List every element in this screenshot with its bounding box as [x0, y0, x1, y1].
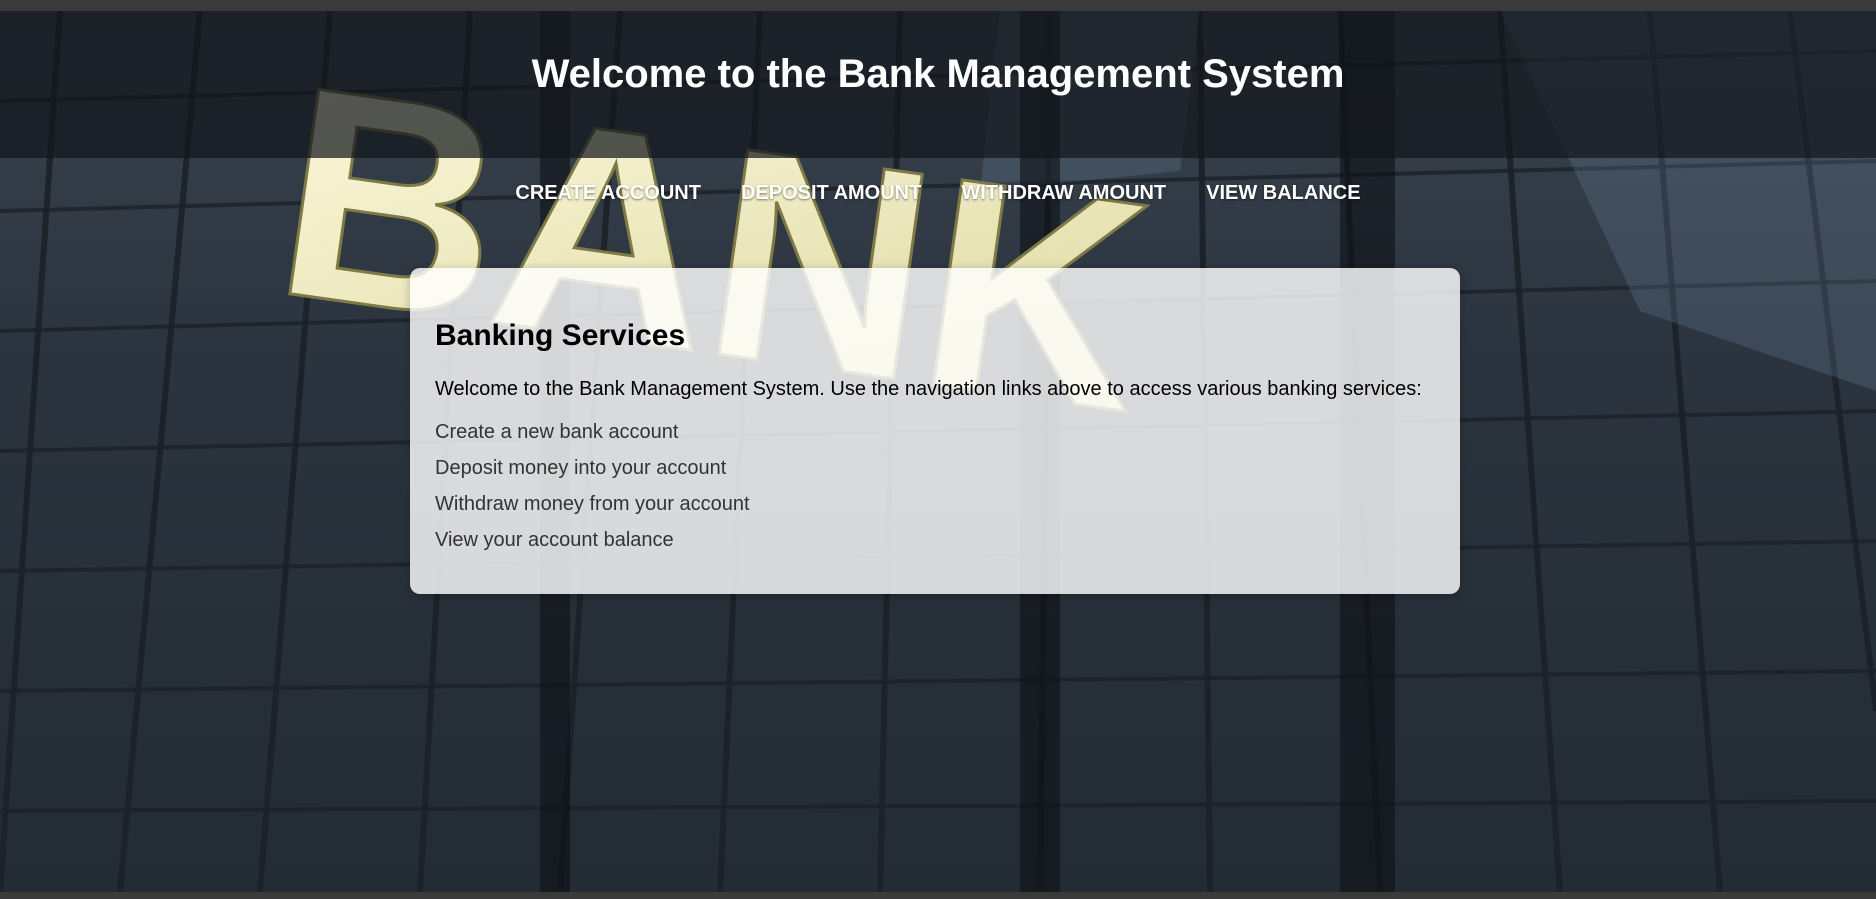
banking-services-card: Banking Services Welcome to the Bank Man…: [410, 268, 1460, 594]
nav-withdraw-amount-link[interactable]: WITHDRAW AMOUNT: [961, 181, 1166, 205]
service-item-deposit: Deposit money into your account: [435, 457, 727, 479]
browser-bottom-strip: [0, 892, 1876, 899]
page-title: Welcome to the Bank Management System: [531, 52, 1345, 96]
nav-deposit-amount-link[interactable]: DEPOSIT AMOUNT: [741, 181, 921, 205]
nav-create-account-link[interactable]: CREATE ACCOUNT: [515, 181, 701, 205]
services-list: Create a new bank account Deposit money …: [435, 414, 1435, 558]
card-heading: Banking Services: [435, 319, 686, 352]
nav-view-balance-link[interactable]: VIEW BALANCE: [1206, 181, 1360, 205]
card-intro-text: Welcome to the Bank Management System. U…: [435, 378, 1422, 400]
service-item-withdraw: Withdraw money from your account: [435, 493, 750, 515]
main-navigation: CREATE ACCOUNT DEPOSIT AMOUNT WITHDRAW A…: [0, 181, 1876, 205]
service-item-create: Create a new bank account: [435, 421, 679, 443]
service-item-balance: View your account balance: [435, 529, 674, 551]
browser-top-strip: [0, 0, 1876, 11]
